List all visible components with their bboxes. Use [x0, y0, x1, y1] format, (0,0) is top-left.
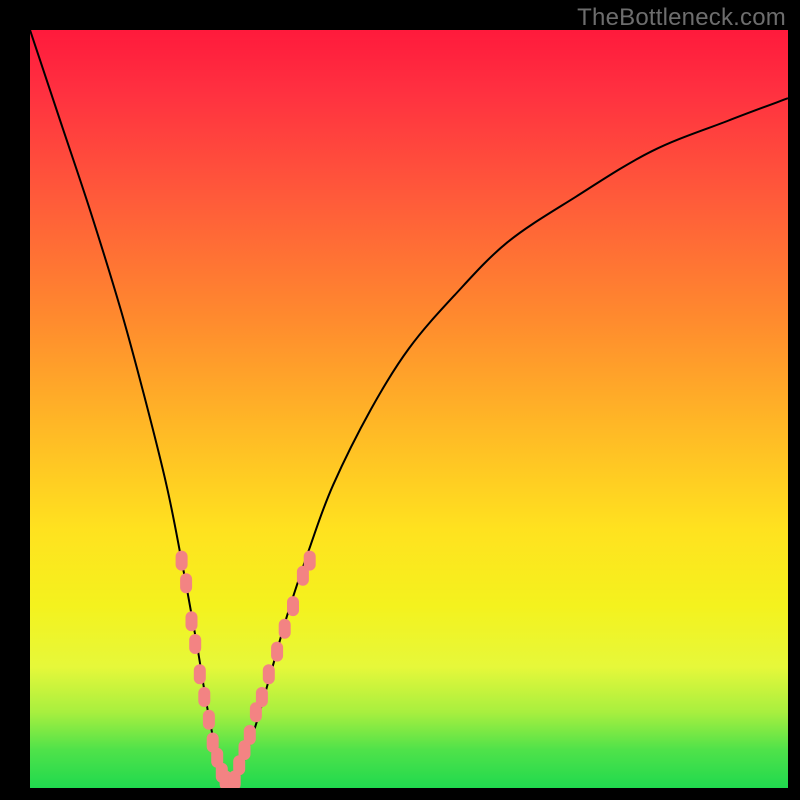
- highlight-marker: [304, 551, 316, 571]
- highlight-marker: [287, 596, 299, 616]
- marker-group: [176, 551, 316, 788]
- plot-area: [30, 30, 788, 788]
- curve-svg: [30, 30, 788, 788]
- highlight-marker: [180, 573, 192, 593]
- chart-frame: TheBottleneck.com: [0, 0, 800, 800]
- highlight-marker: [263, 664, 275, 684]
- highlight-marker: [186, 611, 198, 631]
- watermark-text: TheBottleneck.com: [577, 4, 786, 32]
- highlight-marker: [271, 642, 283, 662]
- highlight-marker: [203, 710, 215, 730]
- highlight-marker: [279, 619, 291, 639]
- highlight-marker: [189, 634, 201, 654]
- highlight-marker: [194, 664, 206, 684]
- highlight-marker: [256, 687, 268, 707]
- highlight-marker: [198, 687, 210, 707]
- bottleneck-curve: [30, 30, 788, 788]
- highlight-marker: [244, 725, 256, 745]
- highlight-marker: [176, 551, 188, 571]
